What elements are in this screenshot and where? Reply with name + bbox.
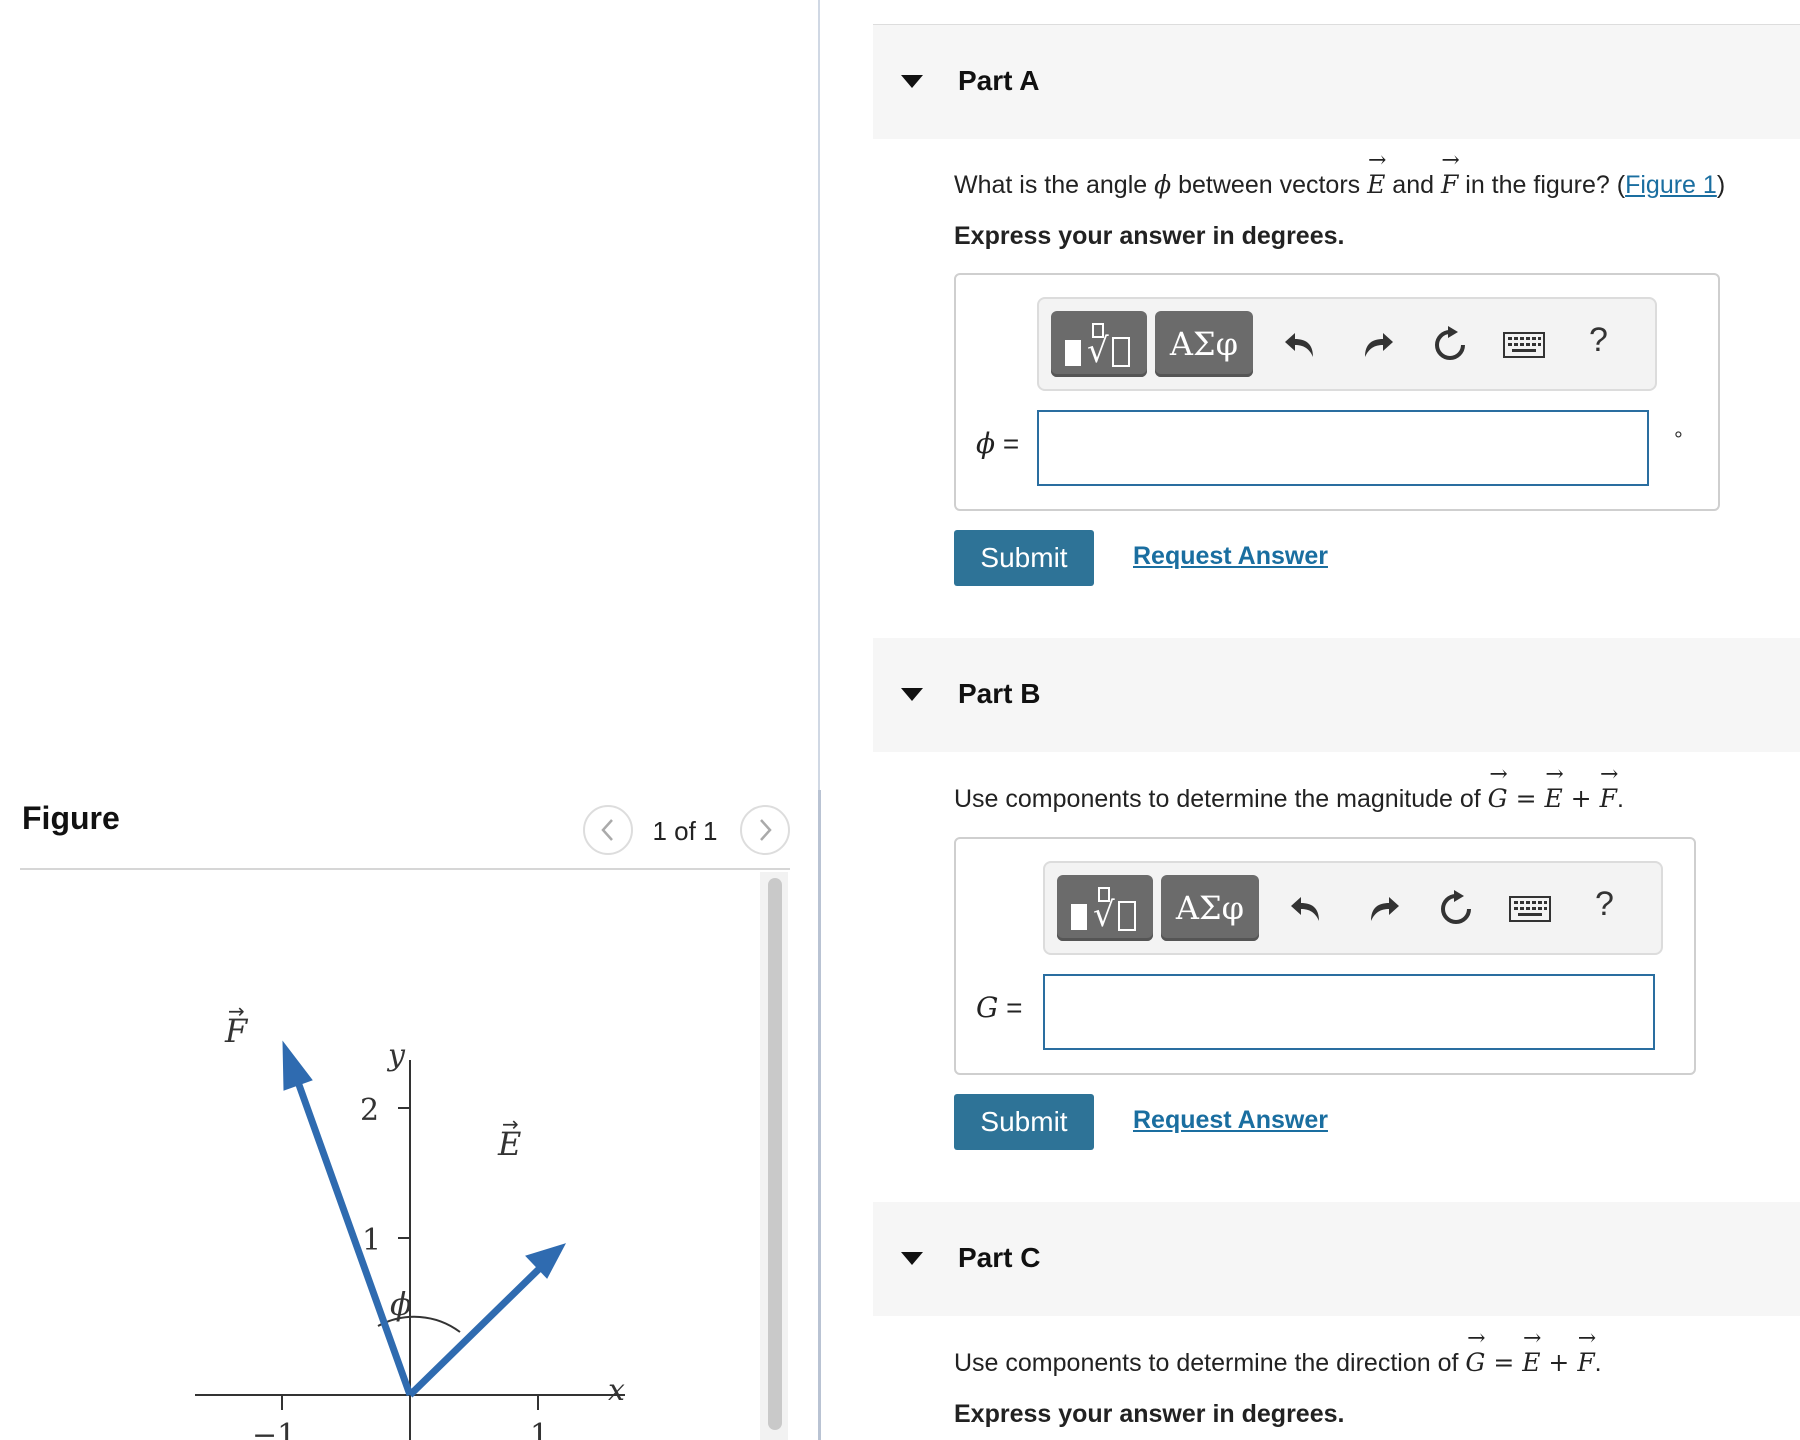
next-figure-button[interactable] [740, 805, 790, 855]
x-tick-label-minus1: −1 [252, 1418, 296, 1440]
part-a-variable-label: ϕ = [976, 427, 1020, 460]
keyboard-icon[interactable] [1507, 887, 1553, 931]
caret-down-icon [901, 688, 923, 701]
figure-page-indicator: 1 of 1 [652, 816, 718, 846]
templates-icon: √ [1065, 323, 1130, 370]
caret-down-icon [901, 1252, 923, 1265]
figure-title: Figure [22, 800, 120, 836]
undo-icon[interactable] [1279, 323, 1323, 367]
part-c-question: Use components to determine the directio… [954, 1348, 1602, 1378]
part-b-variable-label: G = [976, 991, 1023, 1024]
page-root: Figure 1 of 1 y x 2 1 −1 1 F → E → ϕ Par… [0, 0, 1800, 1440]
vector-f [282, 1040, 414, 1397]
part-a-answer-input[interactable] [1037, 410, 1649, 486]
keyboard-icon[interactable] [1501, 323, 1547, 367]
figure-1-link[interactable]: Figure 1 [1625, 171, 1717, 199]
part-a-instruction: Express your answer in degrees. [954, 222, 1345, 250]
x-axis-label: x [608, 1373, 625, 1408]
question-pane: Part A What is the angle ϕ between vecto… [873, 0, 1800, 1440]
part-a-answer-box: √ ΑΣφ ? ϕ = ° [954, 273, 1720, 511]
degree-unit: ° [1674, 427, 1683, 452]
chevron-left-icon [601, 819, 613, 841]
figure-pane: Figure 1 of 1 y x 2 1 −1 1 F → E → ϕ [0, 0, 818, 1440]
redo-icon[interactable] [1355, 323, 1399, 367]
chevron-right-icon [760, 819, 772, 841]
part-a-question: What is the angle ϕ between vectors E an… [954, 170, 1725, 200]
vector-diagram: y x 2 1 −1 1 F → E → ϕ [195, 999, 625, 1440]
symbols-button[interactable]: ΑΣφ [1155, 311, 1253, 377]
part-c-header[interactable]: Part C [873, 1202, 1800, 1316]
part-a-request-answer-link[interactable]: Request Answer [1133, 542, 1328, 571]
vector-figure: y x 2 1 −1 1 F → E → ϕ [20, 870, 760, 1440]
part-b-header[interactable]: Part B [873, 638, 1800, 752]
part-a-submit-button[interactable]: Submit [954, 530, 1094, 586]
vector-f-arrow: → [228, 999, 245, 1023]
part-a-header[interactable]: Part A [873, 25, 1800, 139]
caret-down-icon [901, 75, 923, 88]
part-b-math-toolbar: √ ΑΣφ ? [1043, 861, 1663, 955]
undo-icon[interactable] [1285, 887, 1329, 931]
help-icon[interactable]: ? [1595, 885, 1614, 924]
previous-figure-button[interactable] [583, 805, 633, 855]
vector-e-arrow: → [502, 1112, 519, 1136]
angle-label: ϕ [390, 1285, 412, 1323]
redo-icon[interactable] [1361, 887, 1405, 931]
part-b-answer-input[interactable] [1043, 974, 1655, 1050]
part-b-request-answer-link[interactable]: Request Answer [1133, 1106, 1328, 1135]
figure-scrollbar-thumb[interactable] [768, 878, 782, 1430]
part-b-question: Use components to determine the magnitud… [954, 784, 1624, 814]
part-b-answer-box: √ ΑΣφ ? G = [954, 837, 1696, 1075]
help-icon[interactable]: ? [1589, 321, 1608, 360]
templates-button[interactable]: √ [1057, 875, 1153, 941]
y-axis-label: y [386, 1038, 406, 1073]
y-tick-label-2: 2 [360, 1093, 379, 1128]
y-tick-label-1: 1 [362, 1223, 381, 1258]
reset-icon[interactable] [1428, 323, 1472, 367]
templates-button[interactable]: √ [1051, 311, 1147, 377]
reset-icon[interactable] [1434, 887, 1478, 931]
part-a-title: Part A [958, 65, 1040, 96]
part-c-instruction: Express your answer in degrees. [954, 1400, 1345, 1428]
templates-icon: √ [1071, 887, 1136, 934]
part-a-math-toolbar: √ ΑΣφ ? [1037, 297, 1657, 391]
symbols-button[interactable]: ΑΣφ [1161, 875, 1259, 941]
pane-divider-handle[interactable] [818, 790, 821, 1440]
part-b-submit-button[interactable]: Submit [954, 1094, 1094, 1150]
x-tick-label-1: 1 [530, 1418, 549, 1440]
part-c-title: Part C [958, 1242, 1041, 1273]
part-b-title: Part B [958, 678, 1041, 709]
